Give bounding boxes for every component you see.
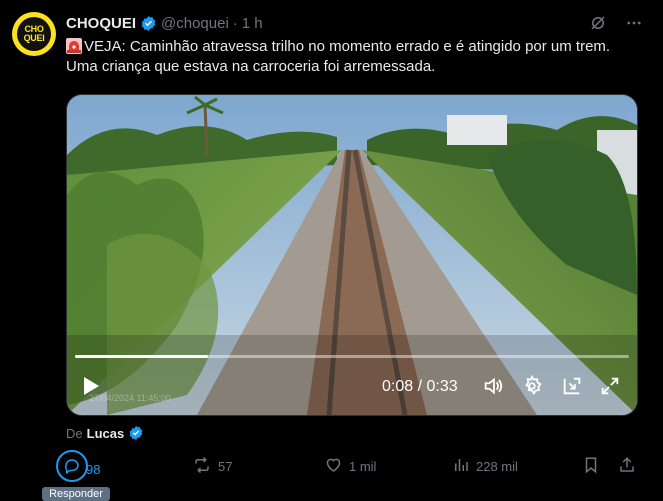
credit-prefix: De xyxy=(66,425,83,441)
settings-gear-icon[interactable] xyxy=(521,375,543,397)
share-icon xyxy=(618,456,636,477)
post-time[interactable]: 1 h xyxy=(242,15,263,32)
credit-author[interactable]: Lucas xyxy=(87,426,125,441)
video-credit: De Lucas xyxy=(66,425,144,441)
reply-button[interactable]: 98 xyxy=(56,450,101,482)
rotating-light-icon xyxy=(66,38,82,54)
tweet-text: VEJA: Caminhão atravessa trilho no momen… xyxy=(66,37,644,77)
tweet-body: VEJA: Caminhão atravessa trilho no momen… xyxy=(66,38,611,75)
bookmark-icon xyxy=(582,456,600,477)
views-count: 228 mil xyxy=(476,459,518,474)
analytics-icon xyxy=(452,456,470,477)
verified-badge-icon xyxy=(128,425,144,441)
tweet-actions: 98 57 1 mil 228 mil xyxy=(56,450,651,482)
avatar[interactable]: CHO QUEI xyxy=(12,12,56,56)
reply-count: 98 xyxy=(86,461,101,477)
video-player[interactable]: 27/04/2024 11:45:00 0:08 / 0:33 xyxy=(66,94,638,416)
fullscreen-icon[interactable] xyxy=(599,375,621,397)
tweet-header: CHOQUEI @choquei · 1 h xyxy=(66,12,651,34)
like-count: 1 mil xyxy=(349,459,377,474)
retweet-count: 57 xyxy=(218,459,233,474)
video-progress-fill xyxy=(75,355,208,358)
video-controls: 0:08 / 0:33 xyxy=(67,375,637,401)
views-button[interactable]: 228 mil xyxy=(452,456,518,477)
heart-icon xyxy=(324,456,343,477)
video-timecode: 0:08 / 0:33 xyxy=(382,378,458,395)
reply-tooltip: Responder xyxy=(42,487,110,501)
like-button[interactable]: 1 mil xyxy=(324,456,376,477)
account-name[interactable]: CHOQUEI xyxy=(66,15,136,32)
choquei-logo: CHO QUEI xyxy=(17,17,51,51)
header-icons xyxy=(589,14,643,32)
retweet-icon xyxy=(192,456,212,477)
video-frame xyxy=(67,95,637,415)
play-icon[interactable] xyxy=(81,375,101,397)
video-progress-bar[interactable] xyxy=(75,355,629,358)
separator-dot: · xyxy=(232,14,238,32)
grok-icon[interactable] xyxy=(589,14,607,32)
bookmark-button[interactable] xyxy=(582,456,600,477)
volume-icon[interactable] xyxy=(482,375,504,397)
reply-icon xyxy=(56,450,88,482)
verified-badge-icon xyxy=(140,15,157,32)
avatar-text-bottom: QUEI xyxy=(23,33,45,43)
share-button[interactable] xyxy=(618,456,636,477)
account-handle[interactable]: @choquei xyxy=(161,15,229,32)
retweet-button[interactable]: 57 xyxy=(192,456,232,477)
picture-in-picture-icon[interactable] xyxy=(561,375,583,397)
more-options-icon[interactable] xyxy=(625,14,643,32)
